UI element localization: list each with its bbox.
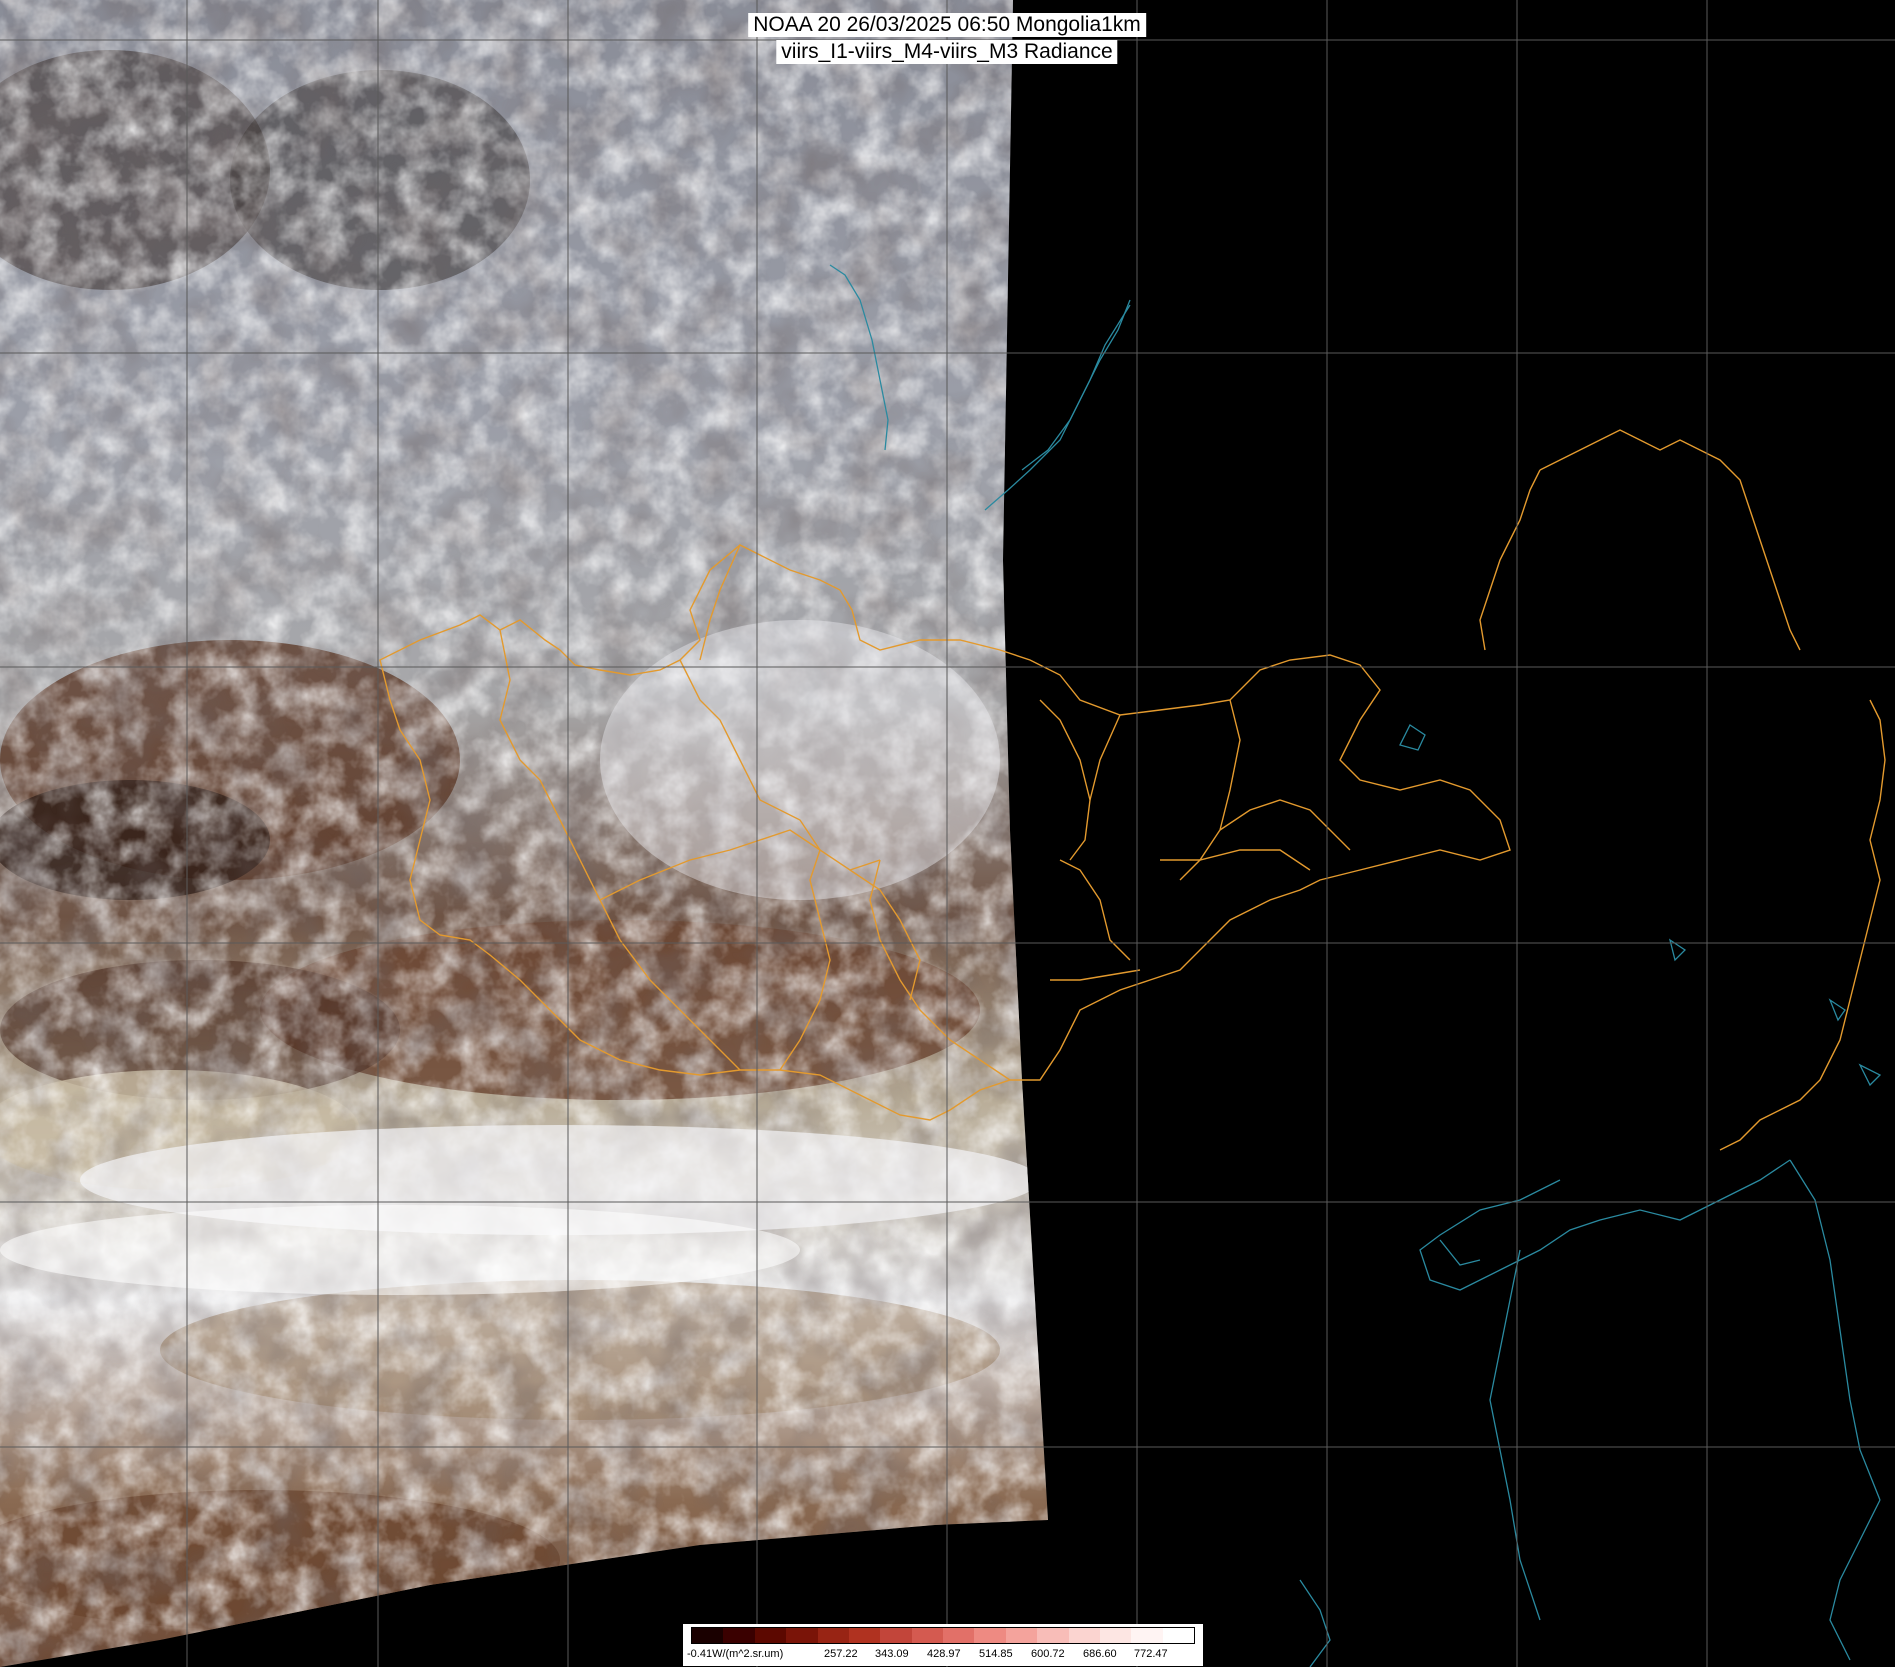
colorbar-swatch (911, 1628, 943, 1643)
colorbar-tick: 428.97 (927, 1648, 961, 1660)
colorbar-swatch (1131, 1628, 1163, 1643)
satellite-swath (0, 0, 1048, 1667)
colorbar-swatch (1162, 1628, 1194, 1643)
colorbar-swatch (1099, 1628, 1132, 1643)
colorbar-swatch (848, 1628, 881, 1643)
colorbar-swatch (754, 1628, 787, 1643)
colorbar-swatch (723, 1628, 755, 1643)
colorbar-swatch (1068, 1628, 1100, 1643)
title-line-2: viirs_I1-viirs_M4-viirs_M3 Radiance (776, 40, 1118, 64)
colorbar-tick: 257.22 (824, 1648, 858, 1660)
colorbar-legend: -0.41W/(m^2.sr.um) 257.22 343.09 428.97 … (683, 1624, 1203, 1666)
colorbar-unit-label: -0.41W/(m^2.sr.um) (687, 1648, 784, 1660)
colorbar-swatch (943, 1628, 975, 1643)
colorbar-swatch (974, 1628, 1006, 1643)
colorbar-swatch (1005, 1628, 1038, 1643)
colorbar-tick: 686.60 (1083, 1648, 1117, 1660)
colorbar-tick: 343.09 (875, 1648, 909, 1660)
colorbar-swatch (692, 1628, 724, 1643)
colorbar-labels: -0.41W/(m^2.sr.um) 257.22 343.09 428.97 … (687, 1646, 1199, 1664)
colorbar-ramp (691, 1627, 1195, 1644)
colorbar-swatch (880, 1628, 912, 1643)
colorbar-tick: 772.47 (1134, 1648, 1168, 1660)
colorbar-swatch (786, 1628, 818, 1643)
colorbar-tick: 600.72 (1031, 1648, 1065, 1660)
colorbar-swatch (1037, 1628, 1069, 1643)
satellite-map (0, 0, 1895, 1667)
title-line-1: NOAA 20 26/03/2025 06:50 Mongolia1km (748, 13, 1146, 37)
colorbar-tick: 514.85 (979, 1648, 1013, 1660)
colorbar-swatch (817, 1628, 849, 1643)
